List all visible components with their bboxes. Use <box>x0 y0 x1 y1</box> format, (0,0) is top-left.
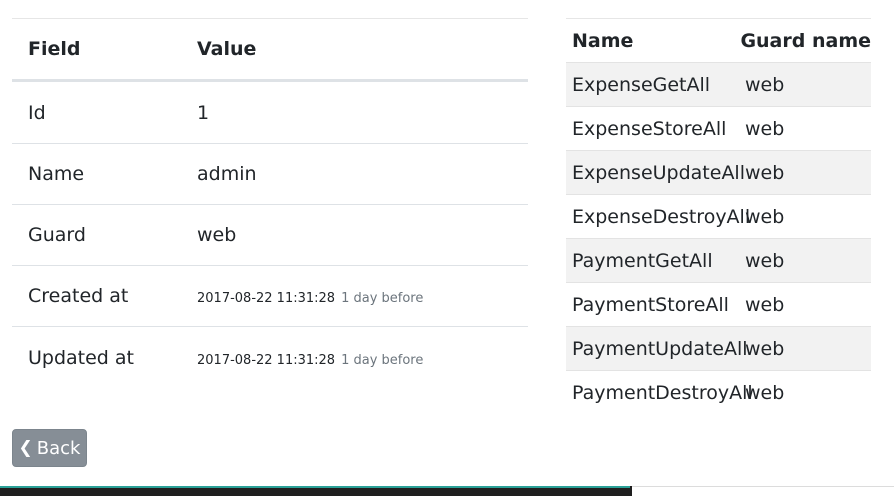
page: Field Value Id 1 Name admin Guard web Cr… <box>0 0 894 496</box>
permission-name: ExpenseDestroyAll <box>572 205 751 228</box>
permission-guard: web <box>745 381 785 404</box>
taskbar-left-segment <box>0 486 630 496</box>
table-row: PaymentUpdateAll web <box>566 326 871 370</box>
field-column-header: Field <box>28 38 81 60</box>
back-button-label: Back <box>36 437 81 459</box>
table-row: PaymentGetAll web <box>566 238 871 282</box>
permission-guard: web <box>745 293 785 316</box>
field-value: 1 <box>197 101 210 124</box>
updated-timestamp: 2017-08-22 11:31:28 <box>197 352 336 368</box>
name-column-header: Name <box>572 29 634 52</box>
table-row: ExpenseGetAll web <box>566 62 871 106</box>
bottom-taskbar-strip <box>0 486 894 496</box>
created-relative-time: 1 day before <box>341 291 424 306</box>
permissions-header-row: Name Guard name <box>566 19 871 62</box>
field-value: 2017-08-22 11:31:28 1 day before <box>197 347 528 369</box>
field-value: admin <box>197 163 257 185</box>
field-label: Name <box>28 163 85 185</box>
details-row-id: Id 1 <box>12 82 528 143</box>
permission-guard: web <box>745 161 785 184</box>
back-button[interactable]: ❮ Back <box>12 429 87 467</box>
field-value: 2017-08-22 11:31:28 1 day before <box>197 285 528 307</box>
guard-name-column-header: Guard name <box>740 29 871 52</box>
field-label: Id <box>28 101 46 124</box>
table-row: ExpenseUpdateAll web <box>566 150 871 194</box>
permission-guard: web <box>745 249 785 272</box>
permission-guard: web <box>745 73 785 96</box>
table-row: PaymentDestroyAll web <box>566 370 871 414</box>
permission-name: PaymentDestroyAll <box>572 381 753 404</box>
permission-name: PaymentUpdateAll <box>572 337 748 360</box>
table-row: ExpenseStoreAll web <box>566 106 871 150</box>
permission-name: ExpenseStoreAll <box>572 117 727 140</box>
created-timestamp: 2017-08-22 11:31:28 <box>197 291 336 306</box>
table-row: ExpenseDestroyAll web <box>566 194 871 238</box>
permission-guard: web <box>745 337 785 360</box>
role-details-table: Field Value Id 1 Name admin Guard web Cr… <box>12 18 528 388</box>
field-label: Created at <box>28 285 129 307</box>
details-header-row: Field Value <box>12 19 528 82</box>
details-row-updated-at: Updated at 2017-08-22 11:31:28 1 day befo… <box>12 326 528 388</box>
taskbar-right-segment <box>632 486 894 496</box>
permission-name: ExpenseGetAll <box>572 73 711 96</box>
details-row-created-at: Created at 2017-08-22 11:31:28 1 day befo… <box>12 265 528 326</box>
permission-name: ExpenseUpdateAll <box>572 161 745 184</box>
permission-guard: web <box>745 117 785 140</box>
permission-name: PaymentGetAll <box>572 249 713 272</box>
table-row: PaymentStoreAll web <box>566 282 871 326</box>
details-row-guard: Guard web <box>12 204 528 265</box>
chevron-left-icon: ❮ <box>18 438 33 458</box>
permissions-table: Name Guard name ExpenseGetAll web Expens… <box>566 18 871 414</box>
permission-name: PaymentStoreAll <box>572 293 729 316</box>
details-row-name: Name admin <box>12 143 528 204</box>
field-value: web <box>197 224 237 246</box>
permission-guard: web <box>745 205 785 228</box>
value-column-header: Value <box>197 38 257 60</box>
updated-relative-time: 1 day before <box>341 352 424 368</box>
field-label: Updated at <box>28 346 135 369</box>
field-label: Guard <box>28 224 86 246</box>
